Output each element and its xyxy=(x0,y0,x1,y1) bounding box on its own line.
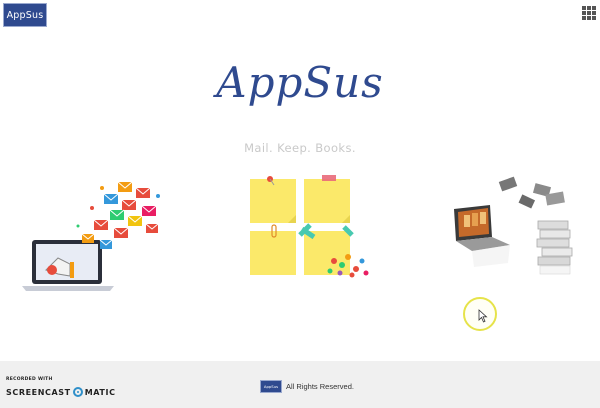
screencast-logo-icon xyxy=(72,387,83,397)
screencast-watermark: RECORDED WITH SCREENCAST MATIC xyxy=(6,377,126,405)
footer-rights-text: All Rights Reserved. xyxy=(286,382,354,391)
watermark-brand: SCREENCAST MATIC xyxy=(6,387,116,397)
books-illustration-icon[interactable] xyxy=(450,175,580,290)
watermark-caption: RECORDED WITH xyxy=(6,377,53,382)
footer-logo[interactable]: AppSus xyxy=(260,380,282,393)
app-logo-button[interactable]: AppSus xyxy=(3,3,47,27)
watermark-brand-right: MATIC xyxy=(84,387,116,397)
watermark-brand-left: SCREENCAST xyxy=(6,387,71,397)
hero-subtitle: Mail. Keep. Books. xyxy=(244,141,356,155)
notes-illustration-icon[interactable] xyxy=(244,175,376,283)
footer-credits: AppSus All Rights Reserved. xyxy=(260,380,354,393)
app-home-page: AppSus AppSus Mail. Keep. Books. AppSus … xyxy=(0,0,600,408)
mail-illustration-icon[interactable] xyxy=(18,178,168,293)
apps-grid-icon[interactable] xyxy=(582,6,596,20)
mouse-pointer-icon xyxy=(478,309,488,323)
hero-title: AppSus xyxy=(216,58,384,107)
